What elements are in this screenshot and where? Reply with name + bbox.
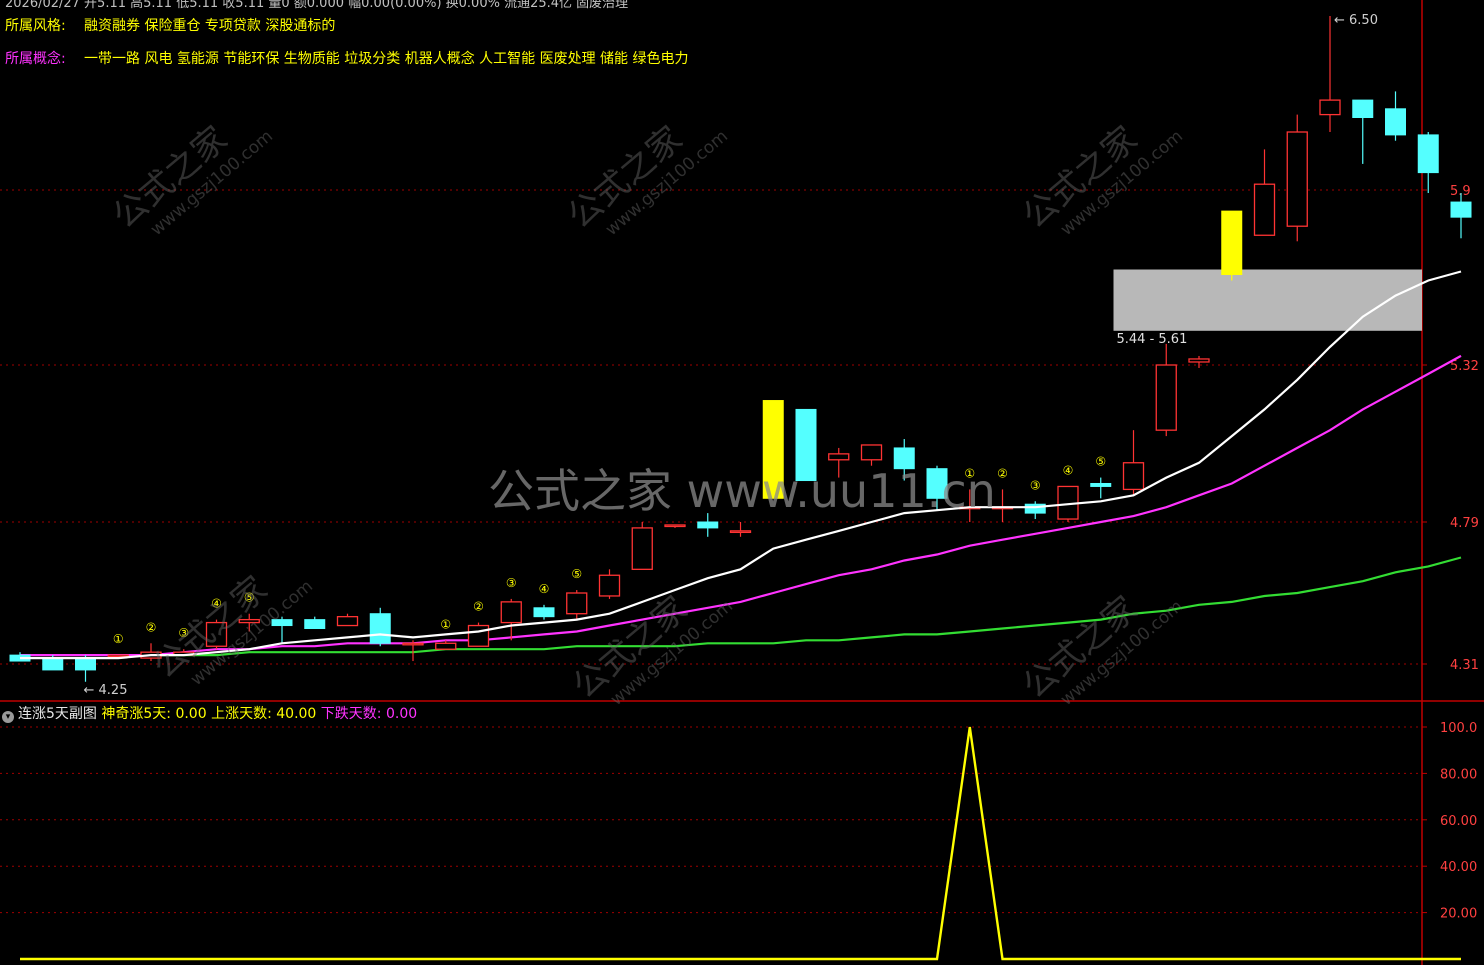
min-price-label: ← 4.25 bbox=[84, 683, 128, 698]
candle-body bbox=[697, 521, 719, 529]
indicator-value: 0.00 bbox=[175, 706, 207, 722]
y-tick-label: 4.79 bbox=[1450, 516, 1479, 531]
candle-body bbox=[1450, 201, 1472, 218]
candle-body bbox=[1155, 364, 1177, 431]
zone-label: 5.44 - 5.61 bbox=[1117, 332, 1188, 347]
candle-body bbox=[304, 619, 326, 629]
step-marker: ③ bbox=[1030, 478, 1041, 492]
candle-body bbox=[729, 530, 752, 534]
y-tick-label: 60.00 bbox=[1440, 814, 1477, 829]
step-marker: ④ bbox=[1063, 463, 1074, 477]
style-value: 融资融券 保险重仓 专项贷款 深股通标的 bbox=[84, 18, 336, 34]
down-days-label: 下跌天数: bbox=[320, 706, 382, 722]
candle-body bbox=[1352, 99, 1374, 118]
candle-body bbox=[336, 616, 359, 627]
candle-body bbox=[1122, 462, 1145, 491]
candle-body bbox=[1090, 482, 1112, 487]
y-tick-label: 5.32 bbox=[1450, 359, 1479, 374]
step-marker: ⑤ bbox=[1095, 455, 1106, 469]
candle-body bbox=[42, 657, 64, 671]
down-days-value: 0.00 bbox=[385, 706, 418, 722]
up-days-value: 40.00 bbox=[276, 706, 317, 722]
step-marker: ① bbox=[113, 632, 124, 646]
candle-body bbox=[1319, 99, 1341, 116]
candle-body bbox=[533, 607, 555, 618]
candle-body bbox=[467, 624, 490, 647]
candle-body bbox=[566, 592, 588, 615]
candle-body bbox=[1221, 210, 1243, 275]
step-marker: ① bbox=[440, 617, 451, 631]
y-tick-label: 100.0 bbox=[1440, 721, 1477, 736]
quote-line: 2026/02/27 开5.11 高5.11 低5.11 收5.11 量0 额0… bbox=[5, 0, 629, 11]
max-price-label: ← 6.50 bbox=[1334, 13, 1378, 28]
candle-body bbox=[500, 601, 522, 624]
candle-body bbox=[435, 642, 457, 650]
candle-body bbox=[664, 524, 686, 528]
step-marker: ② bbox=[146, 620, 157, 634]
sub-panel-header: ▾ 连涨5天副图 神奇涨5天: 0.00 上涨天数: 40.00 下跌天数: 0.… bbox=[0, 703, 417, 723]
candle-body bbox=[1385, 108, 1406, 136]
indicator-label: 神奇涨5天: bbox=[101, 706, 171, 722]
y-tick-label: 5.9 bbox=[1450, 184, 1471, 199]
candle-body bbox=[369, 613, 391, 644]
watermark-center: 公式之家 www.uu11.cn bbox=[488, 464, 996, 518]
candle-body bbox=[1286, 131, 1308, 227]
candle-body bbox=[402, 642, 424, 646]
y-tick-label: 4.31 bbox=[1450, 658, 1479, 673]
sub-panel-title: 连涨5天副图 bbox=[18, 706, 97, 722]
y-tick-label: 40.00 bbox=[1440, 860, 1477, 875]
step-marker: ② bbox=[997, 466, 1008, 480]
candle-body bbox=[1417, 134, 1439, 174]
y-tick-label: 80.00 bbox=[1440, 767, 1477, 782]
step-marker: ③ bbox=[506, 576, 517, 590]
candle-body bbox=[631, 527, 653, 570]
step-marker: ② bbox=[473, 600, 484, 614]
indicator-line bbox=[20, 726, 1461, 961]
concept-label: 所属概念: bbox=[5, 51, 66, 67]
candle-body bbox=[1253, 183, 1276, 236]
candle-body bbox=[1188, 358, 1210, 363]
step-marker: ④ bbox=[539, 582, 550, 596]
candle-body bbox=[75, 657, 96, 671]
concept-value: 一带一路 风电 氢能源 节能环保 生物质能 垃圾分类 机器人概念 人工智能 医废… bbox=[84, 51, 689, 67]
support-zone bbox=[1113, 269, 1422, 331]
collapse-icon[interactable]: ▾ bbox=[2, 711, 14, 723]
up-days-label: 上涨天数: bbox=[211, 706, 272, 722]
step-marker: ⑤ bbox=[571, 567, 582, 581]
y-tick-label: 20.00 bbox=[1440, 907, 1477, 922]
style-label: 所属风格: bbox=[5, 18, 66, 34]
candle-body bbox=[598, 574, 621, 597]
